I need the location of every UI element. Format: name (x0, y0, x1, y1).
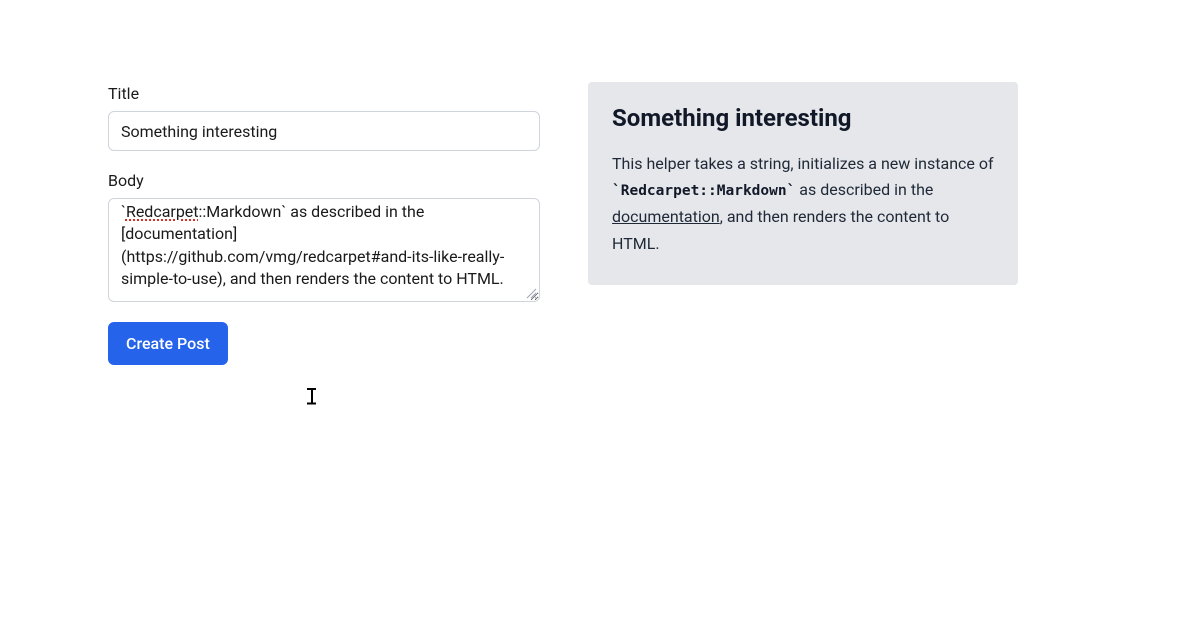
body-label: Body (108, 171, 540, 190)
body-textarea[interactable]: `Redcarpet::Markdown` as described in th… (108, 198, 540, 302)
preview-card: Something interesting This helper takes … (588, 82, 1018, 285)
body-field-group: Body `Redcarpet::Markdown` as described … (108, 171, 540, 302)
preview-text: as described in the (795, 180, 933, 199)
post-form: Title Body `Redcarpet::Markdown` as desc… (108, 84, 540, 365)
create-post-button[interactable]: Create Post (108, 322, 228, 365)
preview-text: This helper takes a string, initializes … (612, 154, 994, 173)
preview-panel: Something interesting This helper takes … (588, 82, 1018, 365)
preview-title: Something interesting (612, 104, 994, 133)
spellcheck-underline: Redcarpet (126, 202, 199, 221)
title-label: Title (108, 84, 540, 103)
documentation-link[interactable]: documentation (612, 207, 720, 226)
preview-body: This helper takes a string, initializes … (612, 151, 994, 257)
preview-code: `Redcarpet::Markdown` (612, 183, 795, 199)
text-cursor-icon (307, 388, 317, 404)
title-field-group: Title (108, 84, 540, 151)
title-input[interactable] (108, 111, 540, 151)
